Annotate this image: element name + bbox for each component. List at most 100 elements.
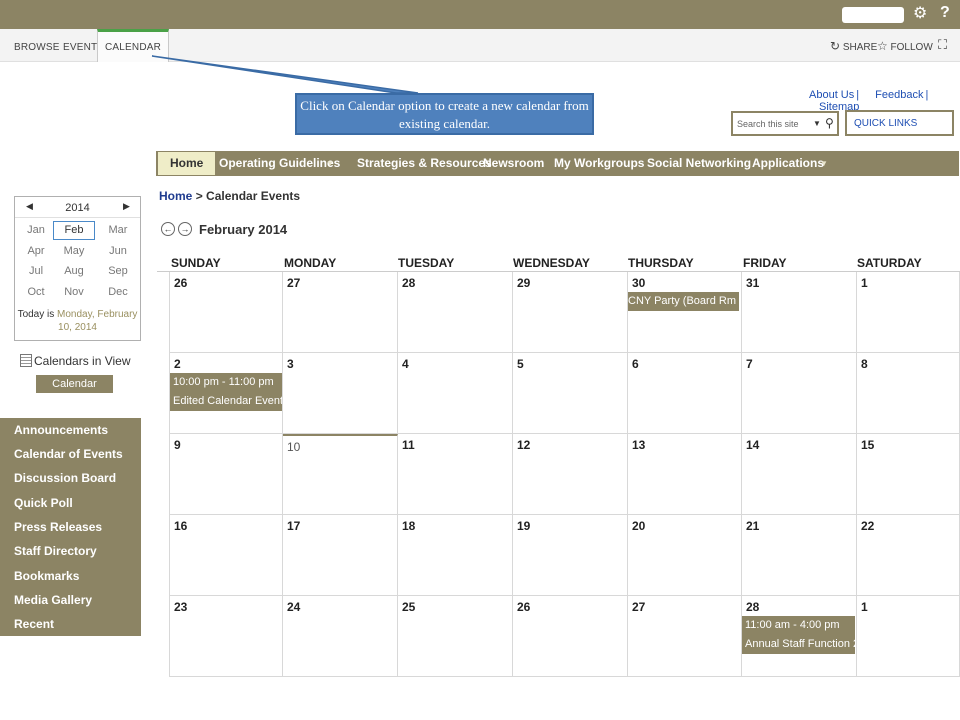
month-jan[interactable]: Jan	[15, 224, 57, 236]
search-box[interactable]: Search this site ▼ ⚲	[731, 111, 839, 136]
calendar-day-cell[interactable]: 3	[283, 353, 398, 434]
quick-launch-staff-directory[interactable]: Staff Directory	[14, 544, 97, 558]
calendar-day-cell[interactable]: 23	[169, 596, 283, 677]
event-time: 10:00 pm - 11:00 pm	[173, 376, 274, 388]
calendar-day-cell[interactable]: 26	[169, 272, 283, 353]
month-aug[interactable]: Aug	[53, 265, 95, 277]
event-annual-staff-function[interactable]: 11:00 am - 4:00 pm Annual Staff Function…	[742, 616, 855, 654]
calendar-day-cell[interactable]: 13	[628, 434, 742, 515]
day-number: 20	[632, 519, 646, 533]
tab-browse[interactable]: BROWSE	[14, 29, 60, 62]
calendar-day-cell[interactable]: 6	[628, 353, 742, 434]
next-year-icon[interactable]: ▶	[123, 201, 130, 212]
calendar-day-cell[interactable]: 18	[398, 515, 513, 596]
about-us-link[interactable]: About Us	[809, 89, 854, 101]
search-input[interactable]: Search this site	[737, 119, 799, 129]
previous-month-icon[interactable]: ←	[161, 222, 175, 236]
calendar-day-cell[interactable]: 4	[398, 353, 513, 434]
calendar-day-cell[interactable]: 26	[513, 596, 628, 677]
chevron-down-icon[interactable]: ▼	[326, 151, 334, 176]
day-number: 28	[746, 600, 760, 614]
feedback-link[interactable]: Feedback	[875, 89, 923, 101]
month-dec[interactable]: Dec	[97, 286, 139, 298]
month-jul[interactable]: Jul	[15, 265, 57, 277]
calendar-day-cell[interactable]: 27	[628, 596, 742, 677]
share-button[interactable]: ↻ SHARE	[830, 39, 877, 53]
calendar-day-cell[interactable]: 29	[513, 272, 628, 353]
calendar-day-cell[interactable]: 5	[513, 353, 628, 434]
day-number: 30	[632, 276, 646, 290]
search-icon[interactable]: ⚲	[825, 116, 834, 130]
nav-applications[interactable]: Applications	[752, 151, 824, 176]
quick-launch-bookmarks[interactable]: Bookmarks	[14, 569, 79, 583]
day-number: 15	[861, 438, 875, 452]
quick-links-button[interactable]: QUICK LINKS	[845, 110, 954, 136]
calendar-day-cell[interactable]: 11	[398, 434, 513, 515]
gear-icon[interactable]: ⚙	[913, 3, 927, 22]
calendar-day-cell[interactable]: 15	[857, 434, 960, 515]
breadcrumb-separator: >	[195, 189, 203, 203]
calendar-day-cell[interactable]: 1	[857, 272, 960, 353]
calendar-day-cell[interactable]: 9	[169, 434, 283, 515]
calendar-day-cell[interactable]: 30 CNY Party (Board Rm )	[628, 272, 742, 353]
month-apr[interactable]: Apr	[15, 245, 57, 257]
next-month-icon[interactable]: →	[178, 222, 192, 236]
month-may[interactable]: May	[53, 245, 95, 257]
event-cny-party[interactable]: CNY Party (Board Rm )	[628, 292, 739, 311]
nav-social-networking[interactable]: Social Networking	[647, 151, 751, 176]
calendar-day-cell[interactable]: 2 10:00 pm - 11:00 pm Edited Calendar Ev…	[169, 353, 283, 434]
calendar-day-cell[interactable]: 1	[857, 596, 960, 677]
month-jun[interactable]: Jun	[97, 245, 139, 257]
quick-launch-announcements[interactable]: Announcements	[14, 423, 108, 437]
suite-bar: ⚙ ?	[0, 0, 960, 29]
nav-operating-guidelines[interactable]: Operating Guidelines	[219, 151, 340, 176]
calendar-day-cell[interactable]: 21	[742, 515, 857, 596]
day-number: 16	[174, 519, 188, 533]
calendar-events-chip[interactable]: Calendar Events	[36, 375, 113, 408]
calendar-day-cell[interactable]: 27	[283, 272, 398, 353]
calendar-day-cell[interactable]: 16	[169, 515, 283, 596]
month-oct[interactable]: Oct	[15, 286, 57, 298]
month-mar[interactable]: Mar	[97, 224, 139, 236]
calendar-day-cell[interactable]: 7	[742, 353, 857, 434]
calendar-day-cell[interactable]: 20	[628, 515, 742, 596]
calendar-day-cell[interactable]: 19	[513, 515, 628, 596]
day-number: 17	[287, 519, 301, 533]
nav-home[interactable]: Home	[158, 152, 216, 175]
follow-button[interactable]: ☆ FOLLOW	[877, 39, 933, 53]
tab-calendar[interactable]: CALENDAR	[97, 29, 170, 62]
calendar-day-cell[interactable]: 12	[513, 434, 628, 515]
user-name-field[interactable]	[842, 7, 904, 23]
calendar-day-cell[interactable]: 22	[857, 515, 960, 596]
breadcrumb-home-link[interactable]: Home	[159, 189, 192, 203]
nav-my-workgroups[interactable]: My Workgroups	[554, 151, 644, 176]
quick-launch-press-releases[interactable]: Press Releases	[14, 520, 102, 534]
calendar-day-cell[interactable]: 28	[398, 272, 513, 353]
calendar-day-cell[interactable]: 14	[742, 434, 857, 515]
day-header: WEDNESDAY	[513, 256, 590, 270]
help-icon[interactable]: ?	[940, 4, 950, 22]
month-nov[interactable]: Nov	[53, 286, 95, 298]
search-scope-dropdown-icon[interactable]: ▼	[813, 119, 821, 128]
calendar-day-cell[interactable]: 8	[857, 353, 960, 434]
nav-strategies-resources[interactable]: Strategies & Resources	[357, 151, 492, 176]
today-date-link[interactable]: Monday, February 10, 2014	[57, 309, 137, 333]
event-edited-calendar-event[interactable]: 10:00 pm - 11:00 pm Edited Calendar Even…	[170, 373, 282, 411]
quick-launch-recent[interactable]: Recent	[14, 617, 54, 631]
month-sep[interactable]: Sep	[97, 265, 139, 277]
focus-on-content-icon[interactable]: ⛶	[938, 37, 947, 53]
calendar-day-cell[interactable]: 25	[398, 596, 513, 677]
calendar-day-cell[interactable]: 28 11:00 am - 4:00 pm Annual Staff Funct…	[742, 596, 857, 677]
nav-newsroom[interactable]: Newsroom	[483, 151, 544, 176]
quick-launch-quick-poll[interactable]: Quick Poll	[14, 496, 73, 510]
month-feb[interactable]: Feb	[53, 221, 95, 240]
day-number: 1	[861, 276, 868, 290]
quick-launch-media-gallery[interactable]: Media Gallery	[14, 593, 92, 607]
calendar-today-cell[interactable]: 10	[283, 434, 398, 515]
quick-launch-discussion-board[interactable]: Discussion Board	[14, 471, 116, 485]
calendar-day-cell[interactable]: 17	[283, 515, 398, 596]
chevron-down-icon[interactable]: ▼	[820, 151, 828, 176]
calendar-day-cell[interactable]: 24	[283, 596, 398, 677]
calendar-day-cell[interactable]: 31	[742, 272, 857, 353]
quick-launch-calendar-of-events[interactable]: Calendar of Events	[14, 447, 123, 461]
